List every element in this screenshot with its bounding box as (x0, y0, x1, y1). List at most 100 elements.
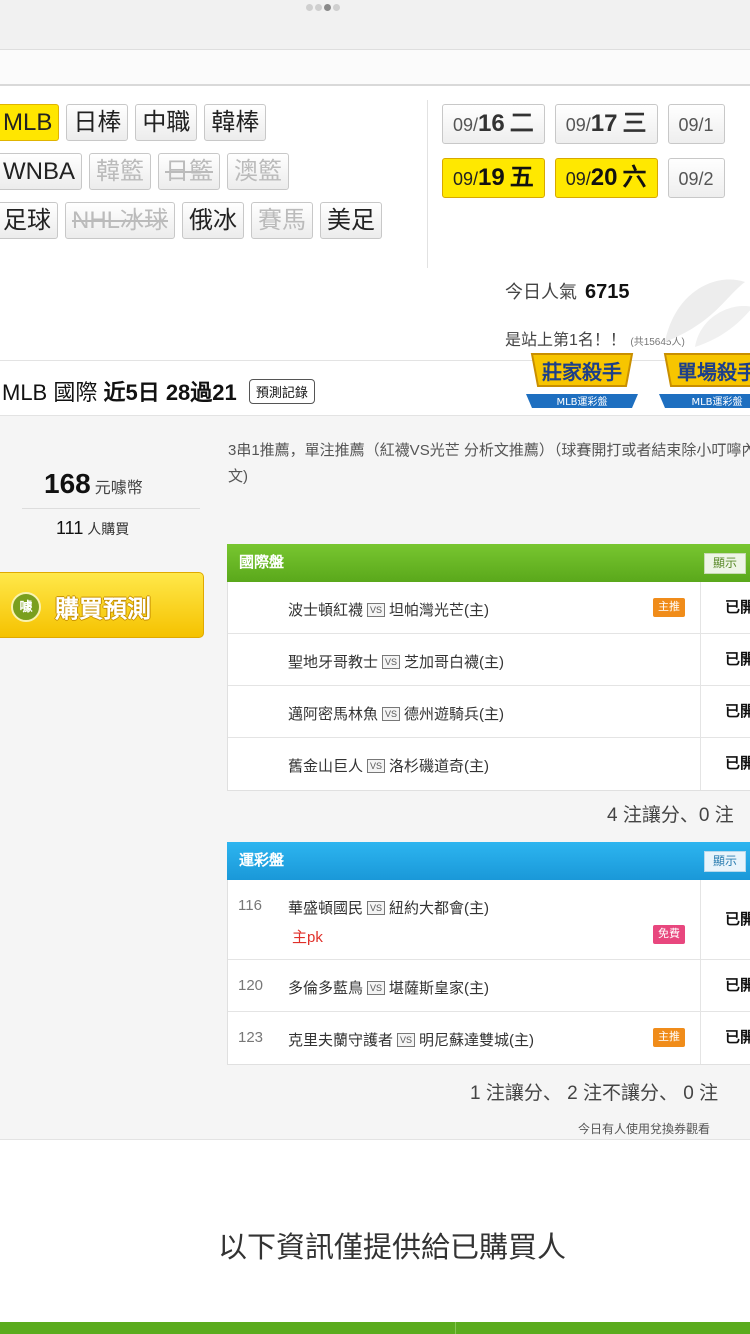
sport-tab[interactable]: WNBA (0, 153, 82, 190)
page-dot (306, 4, 313, 11)
badge2-sub: MLB運彩盤 (691, 395, 742, 408)
sport-tab[interactable]: 澳籃 (227, 153, 289, 190)
table-row[interactable]: 116 華盛頓國民 VS 紐約大都會(主) 主pk 免費 已開 (228, 880, 750, 960)
date-weekday: 三 (622, 110, 647, 137)
sport-tab[interactable]: 中職 (135, 104, 198, 141)
sport-tab[interactable]: 韓籃 (89, 153, 151, 190)
prediction-description: 3串1推薦，單注推薦（紅襪VS光芒 分析文推薦）（球賽開打或者結束除小叮嚀內文) (228, 442, 750, 485)
away-team: 多倫多藍鳥 (288, 980, 364, 997)
date-button[interactable]: 09/20 六 (554, 158, 658, 198)
date-day: 19 (478, 164, 505, 191)
home-team: 坦帕灣光芒(主) (389, 602, 490, 619)
popularity-value: 6715 (585, 281, 630, 303)
vs-icon: VS (367, 981, 386, 995)
buyer-count: 111 人購買 (56, 518, 129, 539)
top-decorative-strip (0, 0, 750, 50)
popularity: 今日人氣 6715 (505, 278, 630, 304)
divider (455, 1322, 456, 1334)
vs-icon: VS (367, 603, 386, 617)
record-stats: 近5日 28過21 (103, 380, 237, 405)
away-team: 聖地牙哥教士 (288, 654, 379, 671)
price: 168 元噱幣 (44, 468, 143, 500)
prediction-record-button[interactable]: 預測記錄 (248, 379, 315, 404)
record-title: MLB 國際 近5日 28過21 預測記錄 (2, 375, 315, 407)
sport-tab[interactable]: 賽馬 (251, 202, 314, 239)
game-number: 123 (238, 1029, 264, 1046)
away-team: 波士頓紅襪 (288, 602, 364, 619)
date-day: 20 (590, 164, 618, 191)
buyers-only-notice: 以下資訊僅提供給已購買人 (218, 1232, 567, 1264)
buyer-count-unit: 人購買 (87, 521, 130, 537)
sport-tab[interactable]: 足球 (0, 202, 58, 239)
vs-icon: VS (382, 707, 401, 721)
header-subbar (0, 50, 750, 86)
matchup: 舊金山巨人 VS 洛杉磯道奇(主) (288, 755, 489, 776)
home-team: 芝加哥白襪(主) (404, 654, 505, 671)
game-status: 已開 (700, 880, 750, 959)
table-row[interactable]: 120 多倫多藍鳥 VS 堪薩斯皇家(主) 已開 (228, 960, 750, 1012)
pick-label: 主pk (292, 929, 323, 946)
page-dot (333, 4, 340, 11)
date-month: 09/1 (678, 115, 714, 135)
coin-icon: 噱 (11, 592, 41, 622)
buy-prediction-button[interactable]: 噱 購買預測 (0, 572, 204, 638)
sport-tab[interactable]: MLB (0, 104, 60, 141)
vs-icon: VS (367, 901, 386, 915)
date-button[interactable]: 09/19 五 (442, 158, 545, 198)
sport-tab-row: 足球 NHL冰球 俄冰 賽馬 美足 (0, 202, 416, 240)
dealer-killer-badge: 莊家殺手 MLB運彩盤 (526, 353, 638, 408)
game-status: 已開 (700, 582, 750, 633)
game-number: 120 (238, 977, 264, 994)
date-button[interactable]: 09/2 (667, 158, 725, 198)
game-status: 已開 (700, 634, 750, 685)
sport-tab-row: WNBA 韓籃 日籃 澳籃 (0, 153, 416, 191)
table-row[interactable]: 邁阿密馬林魚 VS 德州遊騎兵(主) 已開 (228, 686, 750, 738)
table-row[interactable]: 舊金山巨人 VS 洛杉磯道奇(主) 已開 (228, 738, 750, 790)
sport-tab[interactable]: NHL冰球 (65, 202, 176, 239)
vs-icon: VS (397, 1033, 416, 1047)
price-value: 168 (44, 468, 91, 499)
intl-table-title: 國際盤 (239, 554, 285, 571)
show-button[interactable]: 顯示 (704, 553, 747, 574)
intl-table-header: 國際盤 顯示 (227, 544, 750, 582)
away-team: 舊金山巨人 (288, 758, 364, 775)
popularity-label: 今日人氣 (505, 282, 577, 302)
date-button[interactable]: 09/17 三 (554, 104, 658, 144)
page-indicator-dots (306, 4, 340, 11)
table-row[interactable]: 123 克里夫蘭守護者 VS 明尼蘇達雙城(主) 主推 已開 (228, 1012, 750, 1064)
pick-tag: 主推 (653, 1028, 685, 1047)
sport-tab[interactable]: 日棒 (66, 104, 129, 141)
page-dot (315, 4, 322, 11)
date-month: 09/ (453, 169, 479, 189)
date-selector: 09/16 二 09/17 三 09/1 09/19 五 09/20 六 09/2 (442, 104, 750, 212)
sport-tab-row: MLB 日棒 中職 韓棒 (0, 104, 416, 142)
scallop-edge (0, 42, 750, 50)
date-button[interactable]: 09/16 二 (442, 104, 545, 144)
table-row[interactable]: 聖地牙哥教士 VS 芝加哥白襪(主) 已開 (228, 634, 750, 686)
intl-table: 波士頓紅襪 VS 坦帕灣光芒(主) 主推 已開 聖地牙哥教士 VS 芝加哥白襪(主) 已開 邁阿密… (227, 582, 750, 791)
sport-tab[interactable]: 俄冰 (182, 202, 245, 239)
single-game-killer-badge: 單場殺手 MLB運彩盤 (659, 353, 750, 408)
home-team: 洛杉磯道奇(主) (389, 758, 490, 775)
home-team: 堪薩斯皇家(主) (389, 980, 490, 997)
date-button[interactable]: 09/1 (667, 104, 725, 144)
game-status: 已開 (700, 1012, 750, 1064)
lottery-table-header: 運彩盤 顯示 (227, 842, 750, 880)
show-button[interactable]: 顯示 (704, 851, 747, 872)
page-dot-active (324, 4, 331, 11)
badge1-title: 莊家殺手 (542, 360, 622, 384)
divider (427, 100, 428, 268)
sport-tab[interactable]: 日籃 (158, 153, 220, 190)
sport-tab[interactable]: 美足 (320, 202, 383, 239)
date-month: 09/ (453, 115, 479, 135)
record-prefix: MLB 國際 (2, 380, 104, 405)
pick-tag: 免費 (653, 925, 685, 944)
table-row[interactable]: 波士頓紅襪 VS 坦帕灣光芒(主) 主推 已開 (228, 582, 750, 634)
away-team: 華盛頓國民 (288, 900, 364, 917)
lottery-table: 116 華盛頓國民 VS 紐約大都會(主) 主pk 免費 已開 120 多倫多藍鳥 VS 堪薩斯皇家… (227, 880, 750, 1065)
date-weekday: 五 (509, 164, 534, 191)
sport-tab[interactable]: 韓棒 (204, 104, 267, 141)
date-month: 09/ (565, 169, 591, 189)
matchup: 聖地牙哥教士 VS 芝加哥白襪(主) (288, 651, 504, 672)
game-status: 已開 (700, 686, 750, 737)
